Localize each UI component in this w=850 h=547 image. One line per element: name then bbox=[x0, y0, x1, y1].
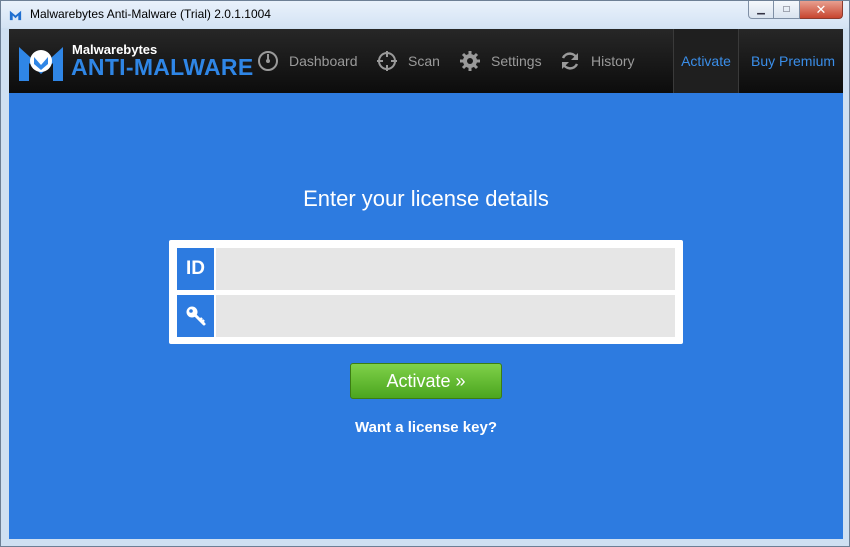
nav-dashboard-label: Dashboard bbox=[289, 53, 358, 69]
gauge-icon bbox=[258, 51, 278, 71]
id-badge: ID bbox=[177, 248, 214, 290]
nav-dashboard[interactable]: Dashboard bbox=[257, 46, 358, 76]
nav-history-label: History bbox=[591, 53, 635, 69]
license-form: ID bbox=[169, 240, 683, 344]
maximize-button[interactable]: □ bbox=[774, 1, 800, 19]
activation-panel: Enter your license details ID Activate »… bbox=[9, 93, 843, 539]
brand-name-large: ANTI-MALWARE bbox=[71, 54, 254, 80]
key-icon bbox=[186, 306, 205, 326]
minimize-button[interactable]: ▁ bbox=[748, 1, 774, 19]
refresh-icon bbox=[561, 52, 579, 70]
license-heading: Enter your license details bbox=[303, 186, 549, 211]
window-title: Malwarebytes Anti-Malware (Trial) 2.0.1.… bbox=[30, 7, 271, 21]
license-key-row bbox=[177, 295, 675, 337]
key-badge bbox=[177, 295, 214, 337]
crosshair-icon bbox=[377, 51, 397, 71]
nav-settings[interactable]: Settings bbox=[459, 46, 542, 76]
malwarebytes-logo-icon bbox=[19, 47, 63, 81]
app-window: Malwarebytes Anti-Malware (Trial) 2.0.1.… bbox=[0, 0, 850, 547]
close-button[interactable]: ✕ bbox=[800, 1, 843, 19]
nav-settings-label: Settings bbox=[491, 53, 542, 69]
nav-activate[interactable]: Activate bbox=[673, 29, 739, 93]
activate-button[interactable]: Activate » bbox=[350, 363, 502, 399]
nav-history[interactable]: History bbox=[559, 46, 635, 76]
license-key-input[interactable] bbox=[216, 295, 675, 337]
nav-scan-label: Scan bbox=[408, 53, 440, 69]
title-bar[interactable]: Malwarebytes Anti-Malware (Trial) 2.0.1.… bbox=[1, 1, 849, 28]
app-header: Malwarebytes ANTI-MALWARE Dashboard Scan bbox=[9, 29, 843, 93]
want-license-key-link[interactable]: Want a license key? bbox=[9, 419, 843, 436]
window-controls: ▁ □ ✕ bbox=[748, 1, 843, 21]
nav-scan[interactable]: Scan bbox=[376, 46, 440, 76]
nav-buy-premium[interactable]: Buy Premium bbox=[751, 46, 835, 76]
app-logo-icon bbox=[9, 10, 22, 21]
license-id-input[interactable] bbox=[216, 248, 675, 290]
gear-icon bbox=[460, 51, 480, 71]
license-id-row: ID bbox=[177, 248, 675, 290]
